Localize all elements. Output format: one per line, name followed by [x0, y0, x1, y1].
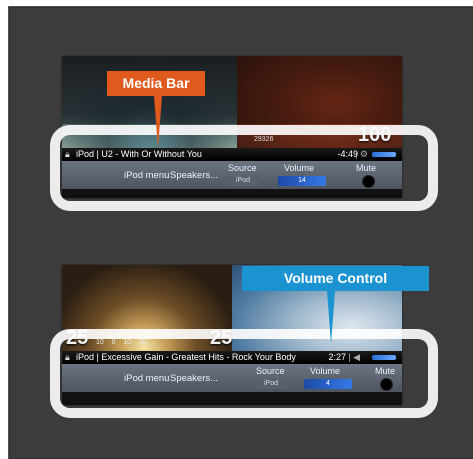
media-bar-highlight [60, 135, 428, 201]
volume-control-pointer [327, 291, 335, 344]
media-bar-pointer [154, 96, 162, 148]
volume-control-callout: Volume Control [242, 266, 429, 291]
media-bar-callout: Media Bar [107, 71, 205, 96]
volume-control-highlight [60, 339, 428, 408]
